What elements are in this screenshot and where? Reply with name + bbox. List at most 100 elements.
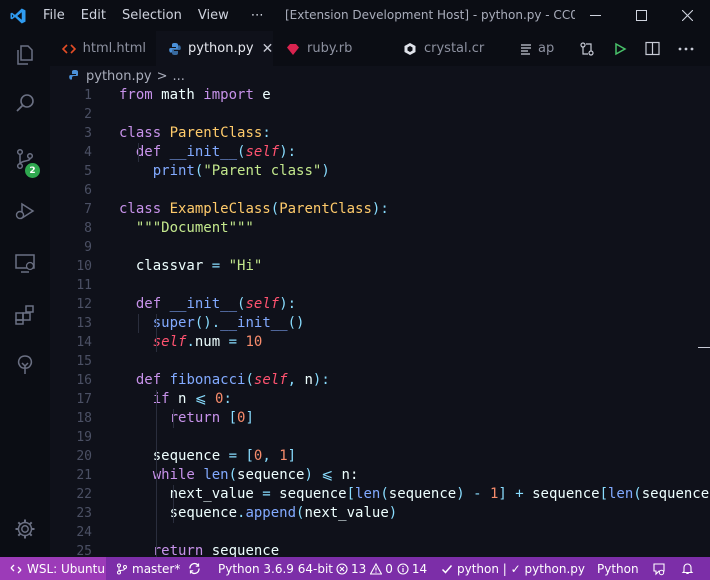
line-code: sequence.append(next_value) — [119, 504, 398, 523]
source-control-button[interactable]: 2 — [0, 135, 50, 183]
notifications-button[interactable] — [681, 557, 694, 580]
code-line[interactable]: 14 self.num = 10 — [50, 333, 710, 352]
breadcrumb-symbol[interactable]: ... — [172, 69, 184, 84]
code-line[interactable]: 17 if n ⩽ 0: — [50, 390, 710, 409]
breadcrumb-file[interactable]: python.py — [86, 69, 152, 84]
remote-explorer-button[interactable] — [0, 239, 50, 287]
code-line[interactable]: 10 classvar = "Hi" — [50, 257, 710, 276]
code-token: ): — [279, 144, 297, 160]
code-editor[interactable]: 1 from math import e 2 3 class ParentClass: 4… — [50, 86, 710, 557]
menu-more[interactable]: ⋯ — [237, 0, 272, 31]
code-token: [ — [346, 486, 356, 502]
menu-selection[interactable]: Selection — [114, 0, 190, 31]
search-button[interactable] — [0, 79, 50, 127]
code-line[interactable]: 12 def __init__(self): — [50, 295, 710, 314]
feedback-button[interactable] — [652, 557, 666, 580]
code-line[interactable]: 9 — [50, 238, 710, 257]
code-token: ( — [380, 486, 389, 502]
code-token: from — [119, 87, 153, 103]
error-icon — [336, 562, 348, 575]
split-editor-button[interactable] — [636, 31, 669, 66]
code-line[interactable]: 13 super().__init__() — [50, 314, 710, 333]
code-token: def — [135, 372, 162, 388]
maximize-button[interactable] — [618, 0, 664, 31]
menu-bar: File Edit Selection View ⋯ — [35, 0, 272, 31]
tab-ruby[interactable]: ruby.rb — [273, 31, 390, 66]
line-number: 11 — [76, 278, 92, 293]
menu-file[interactable]: File — [35, 0, 73, 31]
code-line[interactable]: 19 — [50, 428, 710, 447]
code-token: ExampleClass — [169, 201, 271, 217]
code-token: class — [119, 125, 162, 141]
more-actions-button[interactable] — [669, 31, 702, 66]
extensions-button[interactable] — [0, 291, 50, 339]
run-file-button[interactable] — [603, 31, 636, 66]
split-icon — [645, 41, 660, 56]
list-icon — [520, 41, 532, 57]
code-line[interactable]: 18 return [0] — [50, 409, 710, 428]
open-changes-button[interactable] — [570, 31, 603, 66]
sync-button[interactable] — [188, 557, 201, 580]
code-token: sequence — [270, 486, 347, 502]
code-token: ParentClass — [279, 201, 372, 217]
code-token: - — [473, 486, 482, 502]
problems-indicator[interactable]: 13 0 14 — [336, 557, 427, 580]
warning-icon — [370, 562, 383, 575]
code-token: [ — [228, 410, 238, 426]
language-mode[interactable]: Python — [597, 557, 639, 580]
code-line[interactable]: 22 next_value = sequence[len(sequence) -… — [50, 485, 710, 504]
indent-guide — [138, 143, 139, 162]
tree-view-button[interactable] — [0, 341, 50, 389]
code-token: ): — [279, 296, 297, 312]
code-token: ParentClass — [169, 125, 263, 141]
settings-button[interactable] — [0, 505, 50, 553]
code-line[interactable]: 5 print("Parent class") — [50, 162, 710, 181]
code-line[interactable]: 25 return sequence — [50, 542, 710, 557]
code-line[interactable]: 11 — [50, 276, 710, 295]
close-window-button[interactable] — [664, 0, 710, 31]
code-line[interactable]: 6 — [50, 181, 710, 200]
tab-python[interactable]: python.py ✕ — [156, 31, 273, 66]
minimize-button[interactable] — [572, 0, 618, 31]
code-line[interactable]: 7 class ExampleClass(ParentClass): — [50, 200, 710, 219]
python-interpreter[interactable]: Python 3.6.9 64-bit — [218, 557, 333, 580]
run-debug-button[interactable] — [0, 187, 50, 235]
code-line[interactable]: 21 while len(sequence) ⩽ n: — [50, 466, 710, 485]
line-code: next_value = sequence[len(sequence) - 1]… — [119, 485, 710, 504]
code-line[interactable]: 15 — [50, 352, 710, 371]
line-number: 17 — [76, 392, 92, 407]
tab-html[interactable]: html.html — [50, 31, 156, 66]
line-code: class ExampleClass(ParentClass): — [119, 200, 389, 219]
ruby-icon — [285, 41, 301, 57]
scrollbar-marker[interactable] — [698, 347, 710, 348]
code-line[interactable]: 1 from math import e — [50, 86, 710, 105]
code-line[interactable]: 2 — [50, 105, 710, 124]
menu-edit[interactable]: Edit — [73, 0, 114, 31]
task-status[interactable]: python | ✓ python.py — [441, 557, 585, 580]
code-line[interactable]: 23 sequence.append(next_value) — [50, 504, 710, 523]
tab-app[interactable]: app — [512, 31, 564, 66]
code-line[interactable]: 3 class ParentClass: — [50, 124, 710, 143]
code-line[interactable]: 4 def __init__(self): — [50, 143, 710, 162]
explorer-button[interactable] — [0, 31, 50, 79]
branch-indicator[interactable]: master* — [116, 557, 180, 580]
code-line[interactable]: 8 """Document""" — [50, 219, 710, 238]
vscode-logo-icon — [0, 0, 35, 31]
code-line[interactable]: 20 sequence = [0, 1] — [50, 447, 710, 466]
code-line[interactable]: 16 def fibonacci(self, n): — [50, 371, 710, 390]
play-icon — [614, 42, 627, 55]
code-line[interactable]: 24 — [50, 523, 710, 542]
code-token: [ — [245, 448, 254, 464]
menu-view[interactable]: View — [190, 0, 237, 31]
tab-close-icon[interactable]: ✕ — [262, 41, 274, 57]
tab-crystal[interactable]: crystal.cr — [390, 31, 512, 66]
code-token: import — [203, 87, 254, 103]
breadcrumb: python.py > ... — [50, 66, 710, 86]
remote-indicator[interactable]: WSL: Ubuntu — [0, 557, 106, 580]
